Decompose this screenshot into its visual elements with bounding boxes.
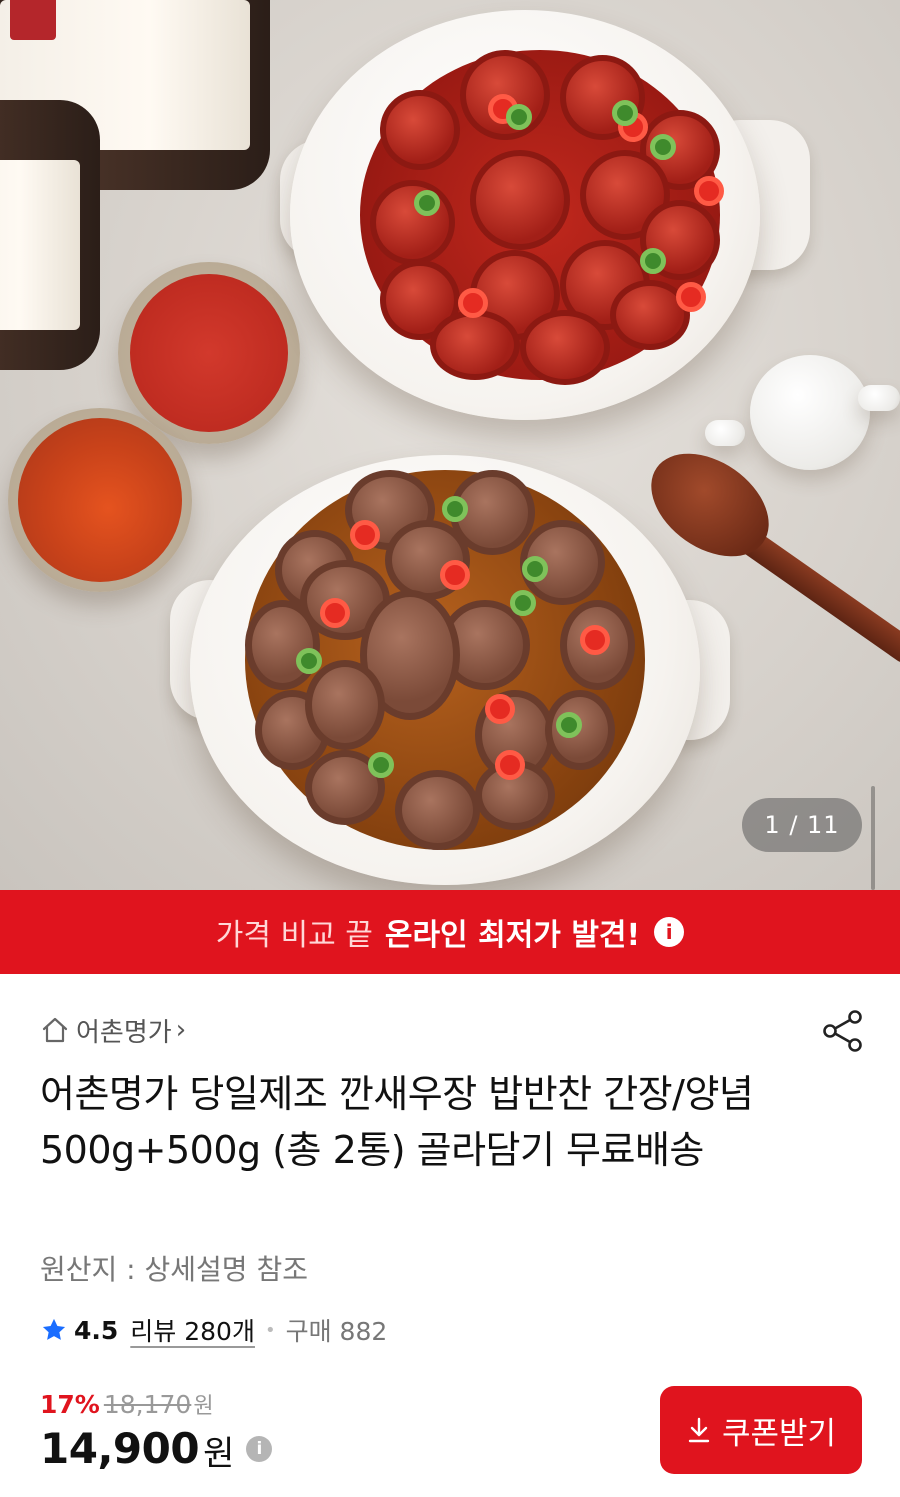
teapot bbox=[750, 355, 870, 470]
sale-price-unit: 원 bbox=[203, 1434, 235, 1474]
home-icon bbox=[42, 1017, 68, 1043]
store-name: 어촌명가 bbox=[76, 1017, 172, 1048]
review-count-link[interactable]: 리뷰 280개 bbox=[130, 1312, 255, 1348]
price-block: 17% 18,170 원 14,900 원 i bbox=[40, 1388, 273, 1475]
lowest-price-banner[interactable]: 가격 비교 끝 온라인 최저가 발견! i bbox=[0, 890, 900, 974]
share-icon[interactable] bbox=[820, 1008, 866, 1054]
image-page-counter: 1 / 11 bbox=[742, 798, 862, 852]
scroll-indicator bbox=[871, 786, 875, 890]
original-price-unit: 원 bbox=[193, 1394, 214, 1419]
coupon-download-button[interactable]: 쿠폰받기 bbox=[660, 1386, 862, 1474]
store-link[interactable]: 어촌명가 › bbox=[40, 1010, 186, 1050]
origin-info: 원산지 : 상세설명 참조 bbox=[40, 1253, 308, 1286]
banner-light-text: 가격 비교 끝 bbox=[215, 918, 373, 953]
chevron-right-icon: › bbox=[175, 1015, 187, 1045]
price-info-icon[interactable]: i bbox=[246, 1435, 273, 1462]
coupon-label: 쿠폰받기 bbox=[721, 1415, 837, 1451]
rating-score: 4.5 bbox=[74, 1315, 119, 1345]
discount-rate: 17% bbox=[40, 1390, 100, 1419]
banner-bold-text: 온라인 최저가 발견! bbox=[384, 918, 641, 953]
jar-decoration bbox=[0, 100, 100, 370]
info-icon[interactable]: i bbox=[654, 917, 685, 947]
separator-dot: • bbox=[264, 1319, 276, 1341]
chili-powder-bowl bbox=[118, 262, 300, 444]
sale-price: 14,900 bbox=[40, 1424, 200, 1473]
original-price: 18,170 bbox=[103, 1390, 192, 1419]
product-image[interactable]: 1 / 11 bbox=[0, 0, 900, 890]
star-icon bbox=[42, 1318, 66, 1340]
download-icon bbox=[688, 1417, 710, 1443]
rating-summary: 4.5 리뷰 280개 • 구매 882 bbox=[40, 1312, 387, 1348]
product-title: 어촌명가 당일제조 깐새우장 밥반찬 간장/양념 500g+500g (총 2통… bbox=[40, 1072, 754, 1172]
purchase-count: 구매 882 bbox=[285, 1317, 388, 1346]
oil-bowl bbox=[8, 408, 192, 592]
